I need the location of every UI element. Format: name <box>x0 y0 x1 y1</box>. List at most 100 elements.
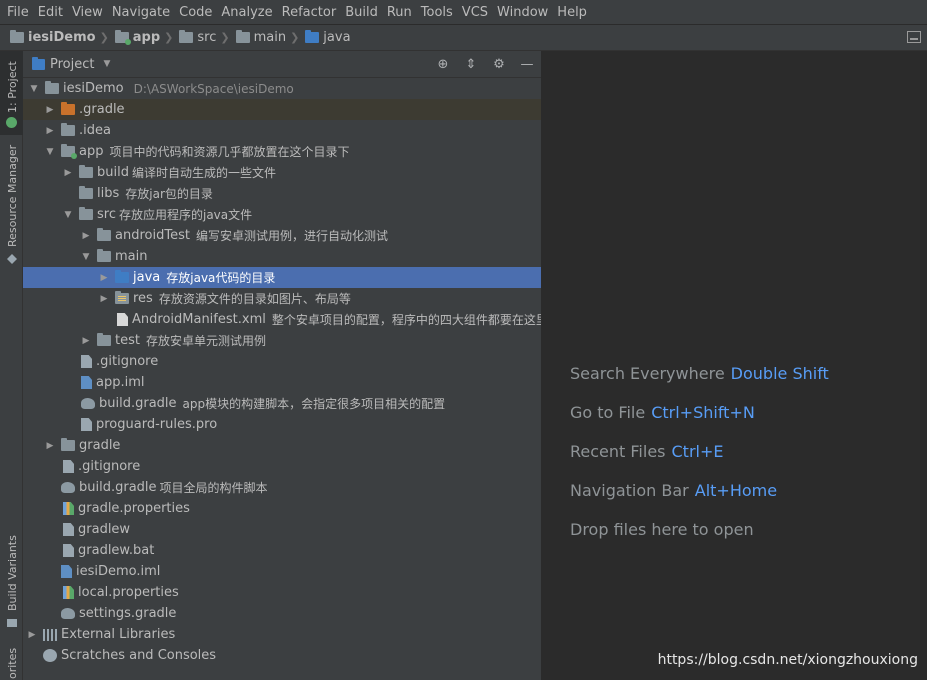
expanded-arrow-icon[interactable]: ▼ <box>61 210 75 220</box>
tree-node-test[interactable]: ▶ test 存放安卓单元测试用例 <box>23 330 541 351</box>
menu-window[interactable]: Window <box>494 5 554 20</box>
gradle-icon <box>61 482 75 493</box>
gear-icon[interactable]: ⚙ <box>491 56 507 72</box>
collapsed-arrow-icon[interactable]: ▶ <box>25 630 39 640</box>
menu-run[interactable]: Run <box>384 5 418 20</box>
collapsed-arrow-icon[interactable]: ▶ <box>43 105 57 115</box>
tree-node-libs[interactable]: libs 存放jar包的目录 <box>23 183 541 204</box>
menu-analyze[interactable]: Analyze <box>218 5 278 20</box>
folder-icon <box>79 186 93 199</box>
chevron-down-icon: ▼ <box>103 59 111 69</box>
breadcrumb-src-label: src <box>197 30 217 45</box>
breadcrumb-main-label: main <box>253 30 287 45</box>
tree-node-local-properties[interactable]: local.properties <box>23 582 541 603</box>
tree-node-app[interactable]: ▼ app 项目中的代码和资源几乎都放置在这个目录下 <box>23 141 541 162</box>
collapsed-arrow-icon[interactable]: ▶ <box>97 273 111 283</box>
node-name: libs <box>97 186 120 201</box>
breadcrumb-src[interactable]: src <box>179 30 216 45</box>
folder-icon <box>79 207 93 220</box>
tree-node-app-iml[interactable]: app.iml <box>23 372 541 393</box>
folder-icon <box>61 123 75 136</box>
tree-node-gradlew[interactable]: gradlew <box>23 519 541 540</box>
tree-node-gradle[interactable]: ▶ gradle <box>23 435 541 456</box>
collapsed-arrow-icon[interactable]: ▶ <box>79 336 93 346</box>
hint-recent-files: Recent Files Ctrl+E <box>570 442 723 461</box>
collapsed-arrow-icon[interactable]: ▶ <box>43 441 57 451</box>
node-note: 项目中的代码和资源几乎都放置在这个目录下 <box>109 145 350 159</box>
menu-help[interactable]: Help <box>554 5 593 20</box>
hint-label: Drop files here to open <box>570 520 754 539</box>
node-name: src <box>97 207 116 222</box>
project-view-selector[interactable]: Project ▼ <box>32 56 111 72</box>
menu-edit[interactable]: Edit <box>35 5 69 20</box>
collapsed-arrow-icon[interactable]: ▶ <box>97 294 111 304</box>
breadcrumb-project-label: iesiDemo <box>28 30 96 45</box>
node-note: 编写安卓测试用例，进行自动化测试 <box>195 229 388 243</box>
folder-icon <box>97 333 111 346</box>
tree-node-proguard[interactable]: proguard-rules.pro <box>23 414 541 435</box>
tree-node-gitignore[interactable]: .gitignore <box>23 456 541 477</box>
tree-node-dot-gradle[interactable]: ▶ .gradle <box>23 99 541 120</box>
tree-node-app-build-gradle[interactable]: build.gradle app模块的构建脚本，会指定很多项目相关的配置 <box>23 393 541 414</box>
tab-project[interactable]: 1: Project <box>0 51 23 135</box>
source-folder-icon <box>305 30 320 43</box>
collapsed-arrow-icon[interactable]: ▶ <box>43 126 57 136</box>
tab-favorites[interactable]: orites <box>6 648 19 679</box>
tree-node-settings-gradle[interactable]: settings.gradle <box>23 603 541 624</box>
tree-node-iesidemo[interactable]: ▼ iesiDemo D:\ASWorkSpace\iesiDemo <box>23 78 541 99</box>
tree-node-androidtest[interactable]: ▶ androidTest 编写安卓测试用例，进行自动化测试 <box>23 225 541 246</box>
tree-node-manifest[interactable]: AndroidManifest.xml 整个安卓项目的配置，程序中的四大组件都要… <box>23 309 541 330</box>
breadcrumb-main[interactable]: main <box>235 30 287 45</box>
excluded-folder-icon <box>61 102 75 115</box>
chevron-right-icon: ❯ <box>220 31 230 44</box>
node-note: app模块的构建脚本，会指定很多项目相关的配置 <box>182 397 446 411</box>
node-name: main <box>115 249 148 264</box>
menu-build[interactable]: Build <box>342 5 384 20</box>
tree-node-build[interactable]: ▶ build 编译时自动生成的一些文件 <box>23 162 541 183</box>
expanded-arrow-icon[interactable]: ▼ <box>43 147 57 157</box>
menu-navigate[interactable]: Navigate <box>109 5 176 20</box>
text-file-icon <box>63 544 74 557</box>
tree-node-scratches[interactable]: Scratches and Consoles <box>23 645 541 666</box>
collapsed-arrow-icon[interactable]: ▶ <box>79 231 93 241</box>
breadcrumb-project[interactable]: iesiDemo <box>10 30 96 45</box>
minimize-icon[interactable]: — <box>519 56 535 72</box>
hint-shortcut: Double Shift <box>730 364 829 383</box>
locate-icon[interactable]: ⊕ <box>435 56 451 72</box>
panel-title: Project <box>50 56 95 72</box>
tree-node-app-gitignore[interactable]: .gitignore <box>23 351 541 372</box>
editor-area[interactable]: Search Everywhere Double Shift Go to File… <box>542 51 927 680</box>
node-name: iesiDemo.iml <box>76 564 161 579</box>
library-icon <box>43 628 57 641</box>
tree-node-java[interactable]: ▶ java 存放java代码的目录 <box>23 267 541 288</box>
menu-file[interactable]: File <box>4 5 35 20</box>
tab-build-variants[interactable]: Build Variants <box>6 535 19 611</box>
tree-node-gradle-properties[interactable]: gradle.properties <box>23 498 541 519</box>
tree-node-gradlew-bat[interactable]: gradlew.bat <box>23 540 541 561</box>
breadcrumb-java[interactable]: java <box>305 30 351 45</box>
node-note: 存放资源文件的目录如图片、布局等 <box>158 292 351 306</box>
module-folder-icon <box>114 30 131 45</box>
collapse-all-icon[interactable]: ⇕ <box>463 56 479 72</box>
toggle-window-icon[interactable] <box>907 31 921 43</box>
tree-node-build-gradle[interactable]: build.gradle 项目全局的构件脚本 <box>23 477 541 498</box>
collapsed-arrow-icon[interactable]: ▶ <box>61 168 75 178</box>
menu-vcs[interactable]: VCS <box>459 5 494 20</box>
menu-refactor[interactable]: Refactor <box>279 5 343 20</box>
tree-node-iesidemo-iml[interactable]: iesiDemo.iml <box>23 561 541 582</box>
node-note: 存放安卓单元测试用例 <box>145 334 266 348</box>
tree-node-src[interactable]: ▼ src 存放应用程序的java文件 <box>23 204 541 225</box>
source-folder-icon <box>115 270 129 283</box>
expanded-arrow-icon[interactable]: ▼ <box>27 84 41 94</box>
tab-resource-manager[interactable]: Resource Manager <box>6 145 19 247</box>
breadcrumb-app[interactable]: app <box>114 30 160 45</box>
tree-node-idea[interactable]: ▶ .idea <box>23 120 541 141</box>
menu-code[interactable]: Code <box>176 5 218 20</box>
expanded-arrow-icon[interactable]: ▼ <box>79 252 93 262</box>
menu-tools[interactable]: Tools <box>418 5 459 20</box>
tree-node-main[interactable]: ▼ main <box>23 246 541 267</box>
tree-node-external-libraries[interactable]: ▶ External Libraries <box>23 624 541 645</box>
tree-node-res[interactable]: ▶ res 存放资源文件的目录如图片、布局等 <box>23 288 541 309</box>
menu-view[interactable]: View <box>69 5 109 20</box>
node-name: gradle <box>79 438 121 453</box>
